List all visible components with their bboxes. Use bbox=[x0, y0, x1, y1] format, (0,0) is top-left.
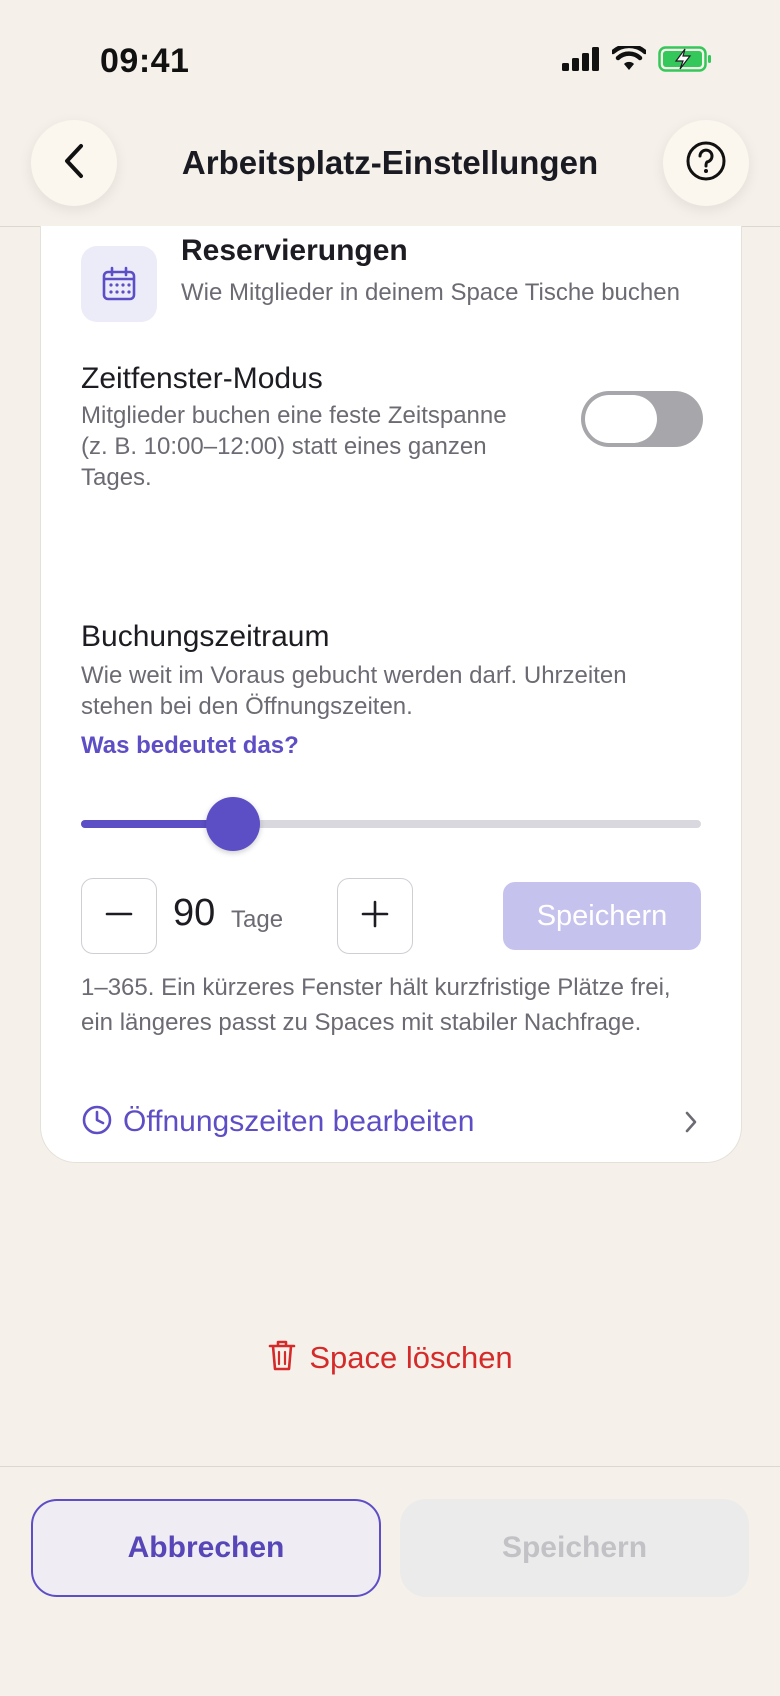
help-button[interactable] bbox=[663, 120, 749, 206]
booking-period-description: Wie weit im Voraus gebucht werden darf. … bbox=[81, 662, 627, 720]
save-button[interactable]: Speichern bbox=[400, 1499, 749, 1597]
chevron-right-icon bbox=[681, 1108, 701, 1141]
cancel-button[interactable]: Abbrechen bbox=[31, 1499, 381, 1597]
time-window-description: Mitglieder buchen eine feste Zeitspanne … bbox=[81, 402, 507, 491]
status-bar: 09:41 bbox=[0, 0, 780, 120]
trash-icon bbox=[267, 1338, 297, 1377]
calendar-icon bbox=[81, 246, 157, 322]
increment-button[interactable] bbox=[337, 878, 413, 954]
clock-icon bbox=[81, 1104, 113, 1141]
plus-icon bbox=[360, 899, 390, 934]
status-icons bbox=[562, 43, 712, 77]
delete-space-button[interactable]: Space löschen bbox=[0, 1338, 780, 1377]
section-subtitle: Wie Mitglieder in deinem Space Tische bu… bbox=[181, 279, 680, 306]
top-app-bar: Arbeitsplatz-Einstellungen bbox=[0, 110, 780, 227]
question-circle-icon bbox=[685, 140, 727, 187]
booking-period-value: 90 bbox=[173, 892, 216, 934]
toggle-knob bbox=[585, 395, 657, 443]
wifi-icon bbox=[610, 43, 648, 77]
booking-period-save-button[interactable]: Speichern bbox=[503, 882, 701, 950]
signal-icon bbox=[562, 47, 600, 76]
time-window-title: Zeitfenster-Modus bbox=[81, 362, 323, 395]
booking-period-hint: 1–365. Ein kürzeres Fenster hält kurzfri… bbox=[81, 974, 671, 1036]
section-title: Reservierungen bbox=[181, 234, 408, 267]
battery-charging-icon bbox=[658, 46, 712, 77]
minus-icon bbox=[104, 899, 134, 934]
time-window-toggle[interactable] bbox=[581, 391, 703, 447]
opening-hours-label: Öffnungszeiten bearbeiten bbox=[123, 1105, 475, 1138]
decrement-button[interactable] bbox=[81, 878, 157, 954]
help-link[interactable]: Was bedeutet das? bbox=[81, 732, 299, 760]
reservation-settings-card: Reservierungen Wie Mitglieder in deinem … bbox=[40, 226, 742, 1163]
edit-opening-hours-link[interactable]: Öffnungszeiten bearbeiten bbox=[81, 1096, 701, 1148]
delete-space-label: Space löschen bbox=[309, 1339, 513, 1375]
settings-screen: 09:41 Arbeitsplatz-Einstellungen Reservi… bbox=[0, 0, 780, 1696]
booking-period-slider[interactable] bbox=[81, 797, 701, 851]
footer-actions: Abbrechen Speichern bbox=[0, 1466, 780, 1696]
booking-period-unit: Tage bbox=[231, 906, 284, 933]
booking-period-title: Buchungszeitraum bbox=[81, 620, 330, 653]
status-time: 09:41 bbox=[100, 42, 190, 80]
slider-thumb[interactable] bbox=[206, 797, 260, 851]
